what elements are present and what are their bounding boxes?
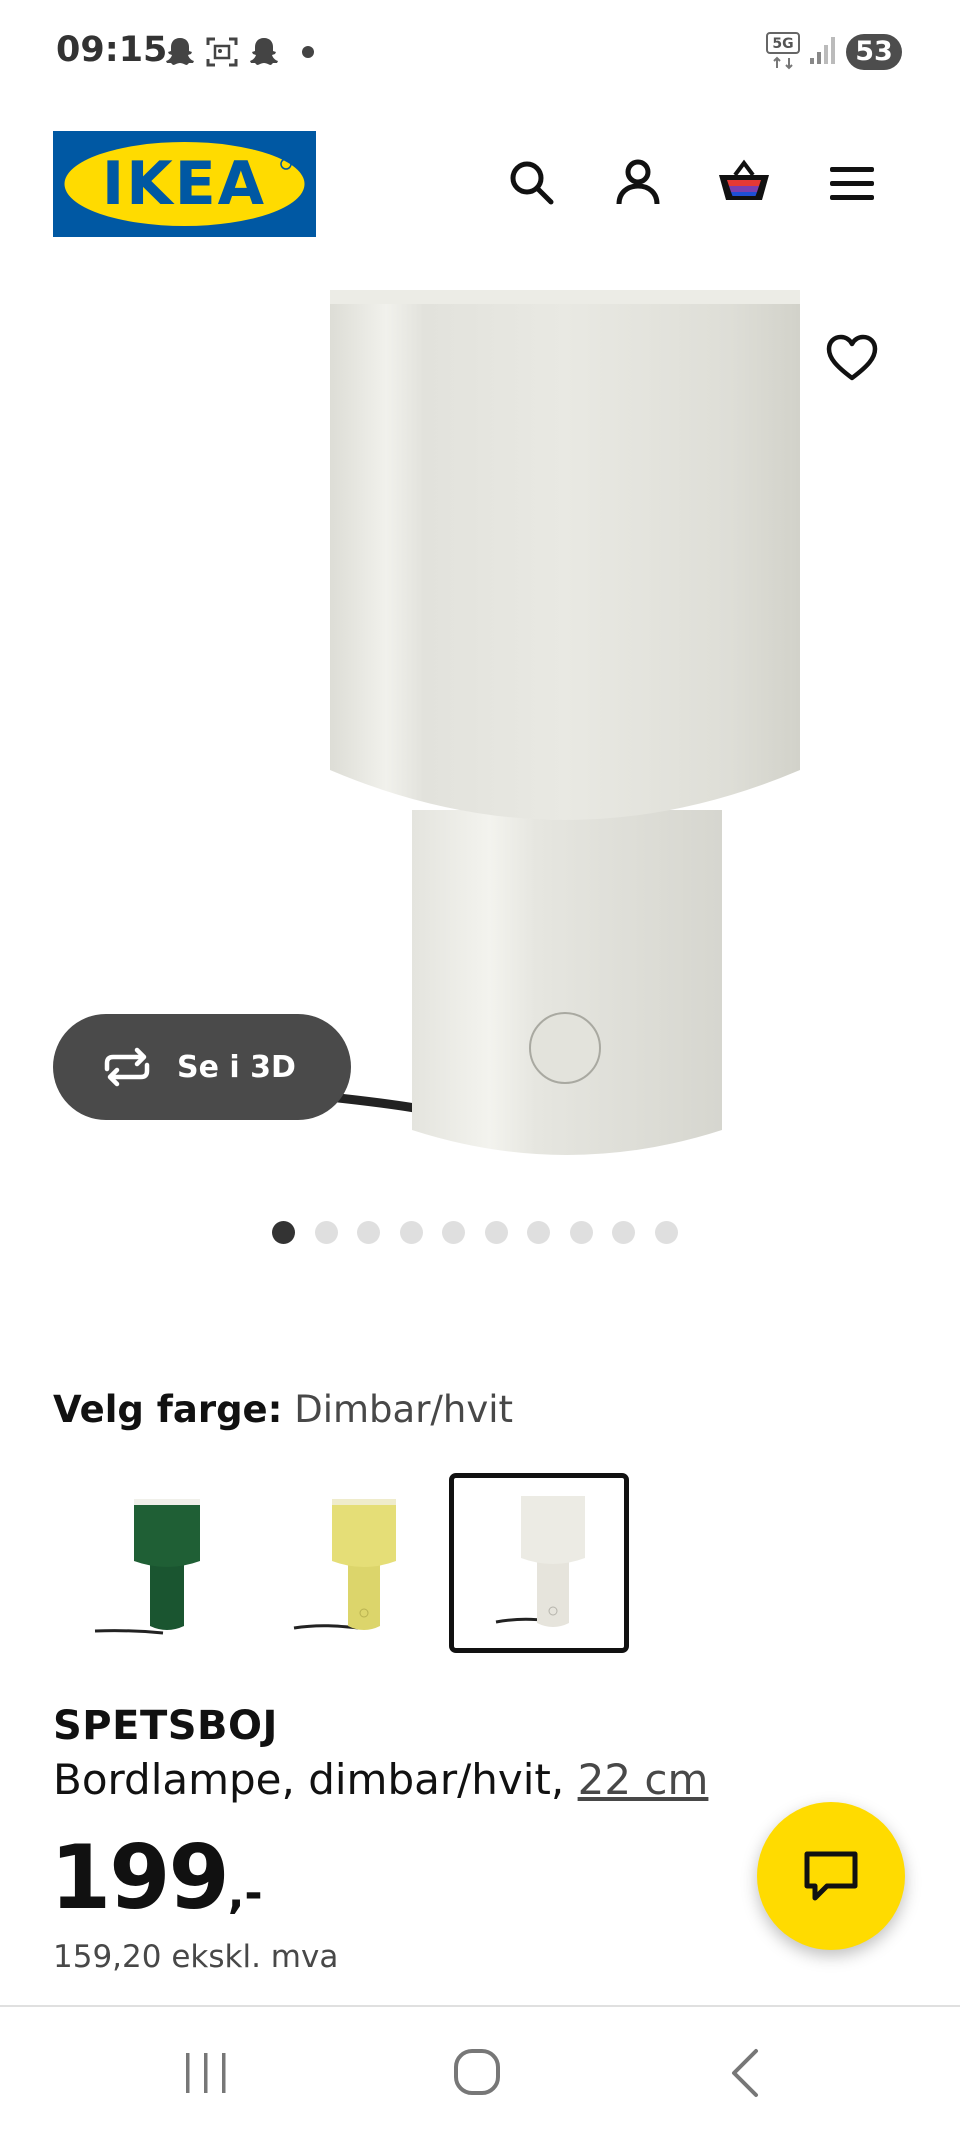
- price-excl-vat: 159,20 ekskl. mva: [53, 1939, 339, 1975]
- color-label: Velg farge:: [53, 1388, 283, 1431]
- snapchat-icon: [250, 38, 278, 65]
- carousel-dot[interactable]: [314, 1220, 338, 1244]
- carousel-indicator[interactable]: [272, 1220, 678, 1244]
- more-notifications-dot: [302, 46, 314, 58]
- snapchat-icon: [166, 38, 194, 65]
- carousel-dot[interactable]: [612, 1220, 635, 1244]
- carousel-dot[interactable]: [399, 1220, 423, 1244]
- chat-icon: [804, 1851, 858, 1901]
- search-icon[interactable]: [504, 155, 560, 211]
- product-name: SPETSBOJ: [53, 1703, 278, 1749]
- carousel-dot[interactable]: [272, 1220, 295, 1244]
- carousel-dot[interactable]: [442, 1220, 465, 1244]
- color-swatch-yellow[interactable]: [259, 1473, 439, 1653]
- carousel-dot[interactable]: [484, 1220, 508, 1244]
- rotate-3d-icon: [104, 1047, 150, 1087]
- price-value: 199: [50, 1826, 230, 1929]
- recent-apps-icon[interactable]: [176, 2045, 236, 2101]
- back-icon[interactable]: [718, 2045, 778, 2101]
- ikea-logo[interactable]: IKEA: [53, 131, 316, 237]
- product-description: Bordlampe, dimbar/hvit, 22 cm: [53, 1755, 708, 1804]
- account-icon[interactable]: [610, 155, 666, 211]
- carousel-dot[interactable]: [527, 1220, 550, 1244]
- signal-icon: [810, 37, 835, 64]
- network-label: 5G: [772, 36, 793, 52]
- selected-color-value: Dimbar/hvit: [294, 1388, 514, 1431]
- carousel-dot[interactable]: [357, 1220, 380, 1244]
- carousel-dot[interactable]: [569, 1220, 593, 1244]
- battery-indicator: 53: [846, 34, 902, 70]
- network-5g-icon: 5G: [766, 32, 800, 70]
- view-3d-label: Se i 3D: [177, 1049, 296, 1085]
- price-suffix: ,-: [227, 1868, 263, 1919]
- cart-icon[interactable]: [716, 155, 772, 211]
- wishlist-button[interactable]: [800, 306, 904, 410]
- menu-icon[interactable]: [824, 155, 880, 211]
- logo-text: IKEA: [102, 149, 266, 219]
- carousel-dot[interactable]: [654, 1220, 678, 1244]
- product-size-link[interactable]: 22 cm: [578, 1755, 709, 1804]
- price: 199,-: [50, 1826, 263, 1929]
- color-swatch-green[interactable]: [63, 1473, 243, 1653]
- home-icon[interactable]: [448, 2045, 508, 2101]
- status-bar: 09:15 5G 53: [0, 0, 960, 110]
- view-3d-button[interactable]: Se i 3D: [53, 1014, 351, 1120]
- screenshot-icon: [206, 37, 238, 67]
- status-time: 09:15: [56, 30, 168, 70]
- heart-icon: [826, 334, 878, 381]
- color-swatch-white[interactable]: [449, 1473, 629, 1653]
- color-selector-label: Velg farge: Dimbar/hvit: [53, 1388, 513, 1431]
- chat-button[interactable]: [757, 1802, 905, 1950]
- product-description-text: Bordlampe, dimbar/hvit,: [53, 1755, 578, 1804]
